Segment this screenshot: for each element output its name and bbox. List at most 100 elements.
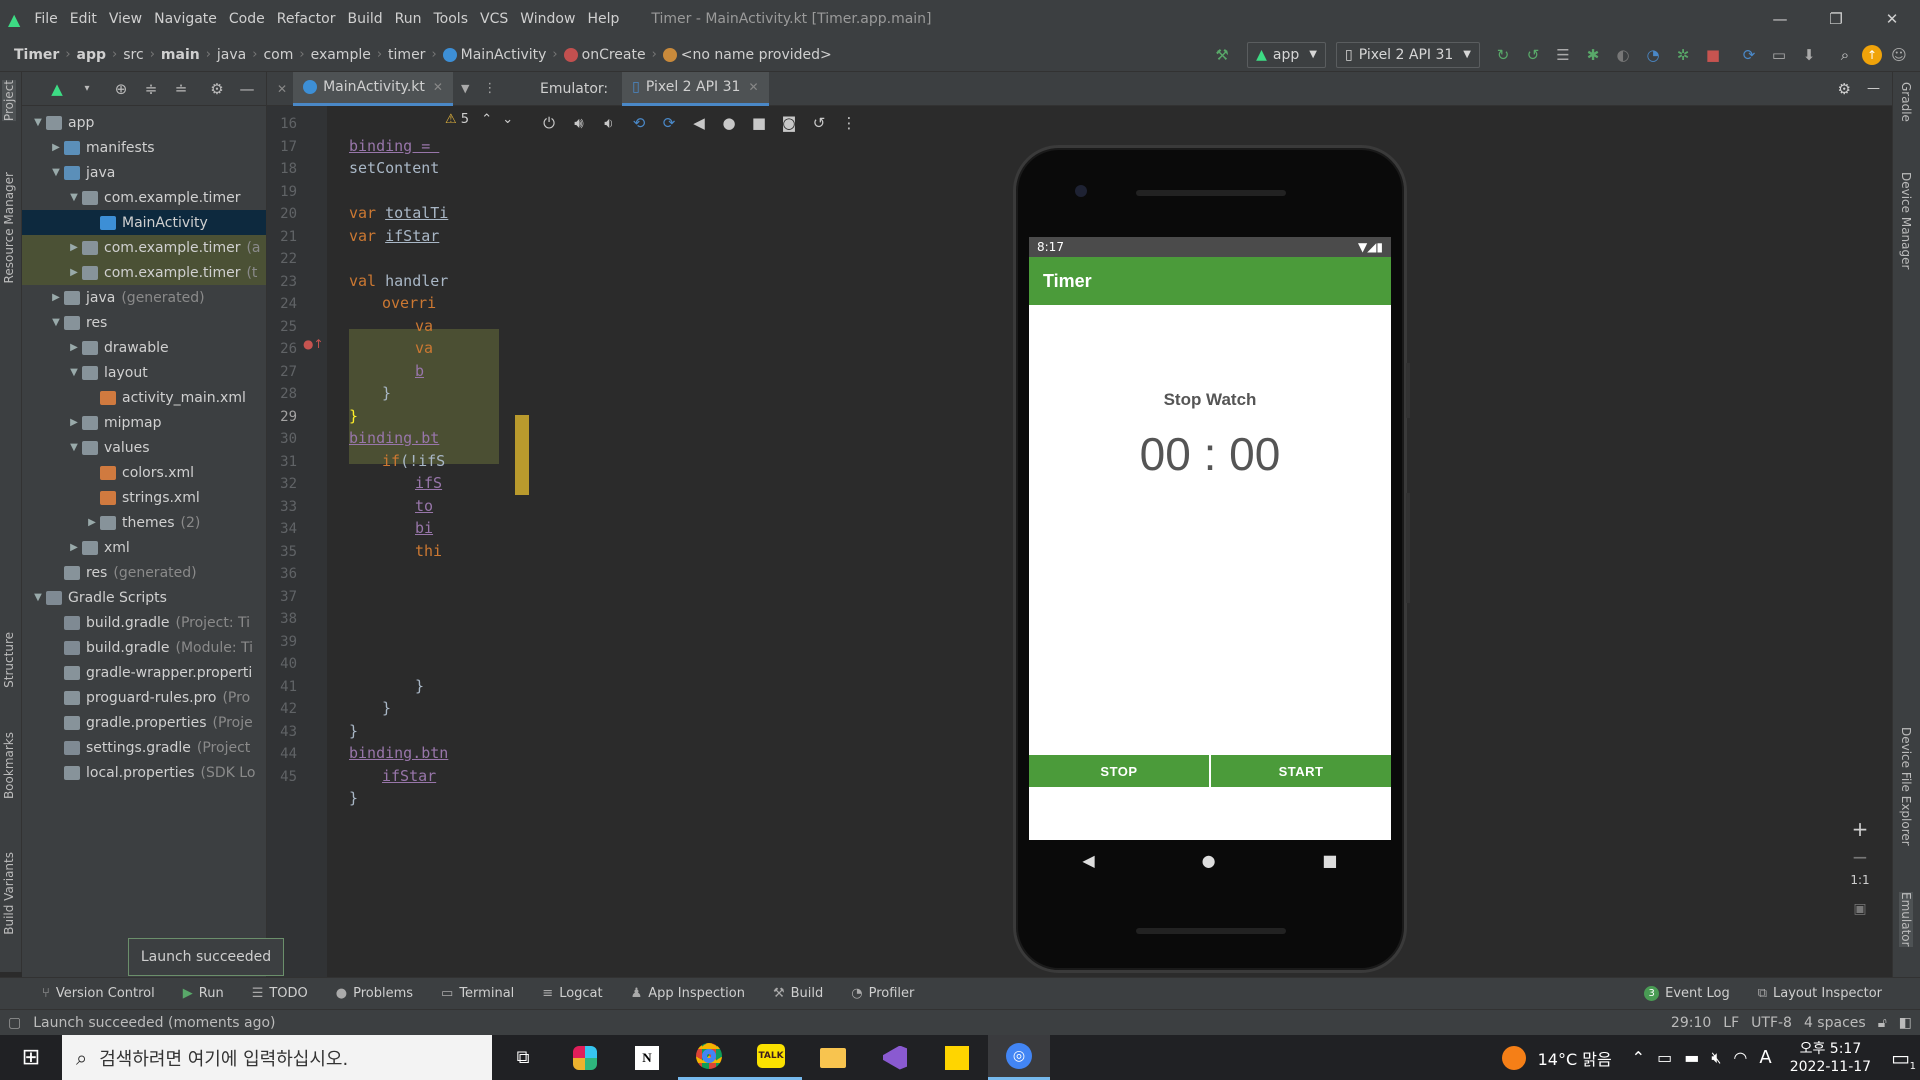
line-separator[interactable]: LF	[1723, 1015, 1739, 1031]
rotate-left-icon[interactable]: ⟲	[624, 114, 654, 132]
tool-problems-button[interactable]: ● Problems	[336, 986, 413, 1001]
tree-item[interactable]: ▼ res	[22, 310, 266, 335]
side-button[interactable]	[1406, 493, 1410, 603]
android-studio-taskbar-icon[interactable]: ◎	[988, 1035, 1050, 1080]
menu-tools[interactable]: Tools	[434, 11, 469, 27]
coverage-icon[interactable]: ◐	[1610, 42, 1636, 68]
close-icon[interactable]: ✕	[277, 82, 287, 96]
inspection-widget[interactable]: ⚠ 5 ⌃ ⌄	[445, 112, 513, 127]
windows-start-icon[interactable]: ⊞	[0, 1035, 62, 1080]
chevron-down-icon[interactable]: ▼	[66, 442, 82, 453]
chevron-down-icon[interactable]: ⌄	[502, 112, 513, 127]
close-icon[interactable]: ✕	[433, 80, 443, 94]
sticky-notes-icon[interactable]	[926, 1035, 988, 1080]
tree-item[interactable]: ▼ layout	[22, 360, 266, 385]
file-encoding[interactable]: UTF-8	[1751, 1015, 1792, 1031]
breadcrumb-item[interactable]: src	[123, 47, 143, 63]
tool-window-device-file-explorer[interactable]: Device File Explorer	[1899, 727, 1913, 846]
file-explorer-icon[interactable]	[802, 1035, 864, 1080]
tree-item[interactable]: gradle-wrapper.properti	[22, 660, 266, 685]
breadcrumb-item[interactable]: app	[77, 47, 107, 63]
close-icon[interactable]: ✕	[748, 80, 758, 94]
attach-debugger-icon[interactable]: ✲	[1670, 42, 1696, 68]
volume-muted-icon[interactable]: 🔇︎	[1711, 1048, 1721, 1068]
tree-item[interactable]: settings.gradle (Project	[22, 735, 266, 760]
tree-item[interactable]: ▶ java (generated)	[22, 285, 266, 310]
gear-icon[interactable]: ⚙	[204, 76, 230, 102]
device-manager-icon[interactable]: ▭	[1766, 42, 1792, 68]
slack-icon[interactable]	[554, 1035, 616, 1080]
tree-item[interactable]: ▶ xml	[22, 535, 266, 560]
nav-overview-icon[interactable]: ■	[1322, 851, 1337, 870]
tab-mainactivity[interactable]: MainActivity.kt ✕	[293, 71, 453, 106]
chevron-right-icon[interactable]: ▶	[48, 142, 64, 153]
stop-button[interactable]: STOP	[1029, 755, 1209, 787]
profile-icon[interactable]: ◔	[1640, 42, 1666, 68]
chevron-down-icon[interactable]: ▼	[66, 192, 82, 203]
breadcrumb-item[interactable]: Timer	[14, 47, 59, 63]
tree-item[interactable]: ▼ Gradle Scripts	[22, 585, 266, 610]
tool-app-inspection-button[interactable]: ♟ App Inspection	[631, 986, 745, 1001]
tool-version-control-button[interactable]: ⑂ Version Control	[42, 986, 155, 1001]
tool-run-button[interactable]: ▶ Run	[183, 986, 224, 1001]
chevron-up-icon[interactable]: ⌃	[1632, 1048, 1645, 1067]
indent-setting[interactable]: 4 spaces	[1804, 1015, 1866, 1031]
weather-sun-icon[interactable]	[1501, 1045, 1526, 1070]
hide-panel-icon[interactable]: —	[1867, 81, 1880, 96]
tool-window-project[interactable]: Project	[2, 80, 16, 122]
lock-icon[interactable]: 🔓︎	[1878, 1015, 1887, 1031]
clock[interactable]: 오후 5:17 2022-11-17	[1790, 1040, 1871, 1076]
collapse-all-icon[interactable]: ≐	[168, 76, 194, 102]
start-button[interactable]: START	[1211, 755, 1391, 787]
tree-item[interactable]: strings.xml	[22, 485, 266, 510]
zoom-out-icon[interactable]: −	[1846, 845, 1874, 873]
menu-navigate[interactable]: Navigate	[154, 11, 217, 27]
breadcrumb-item[interactable]: onCreate	[582, 47, 646, 63]
chevron-right-icon[interactable]: ▶	[48, 292, 64, 303]
breadcrumb-item[interactable]: <no name provided>	[681, 47, 832, 63]
event-log-button[interactable]: 3 Event Log	[1644, 986, 1730, 1001]
memory-indicator-icon[interactable]: ◧	[1899, 1015, 1912, 1031]
tool-window-structure[interactable]: Structure	[2, 632, 16, 688]
network-device-icon[interactable]: ▭	[1657, 1048, 1672, 1067]
breadcrumb-item[interactable]: MainActivity	[461, 47, 547, 63]
wifi-icon[interactable]: ◠	[1733, 1048, 1747, 1067]
zoom-fit-icon[interactable]: ▣	[1846, 901, 1874, 929]
hammer-build-icon[interactable]: ⚒	[1209, 42, 1235, 68]
kakaotalk-icon[interactable]: TALK	[740, 1035, 802, 1080]
tree-item[interactable]: ▼ values	[22, 435, 266, 460]
tree-item[interactable]: ▶ com.example.timer (t	[22, 260, 266, 285]
hide-panel-icon[interactable]: —	[234, 76, 260, 102]
caret-position[interactable]: 29:10	[1671, 1015, 1711, 1031]
layout-inspector-button[interactable]: ⧉ Layout Inspector	[1758, 986, 1882, 1001]
breadcrumb-item[interactable]: example	[311, 47, 371, 63]
menu-code[interactable]: Code	[229, 11, 265, 27]
tree-item[interactable]: ▶ drawable	[22, 335, 266, 360]
select-opened-file-icon[interactable]: ⊕	[108, 76, 134, 102]
override-marker-icon[interactable]: ●↑	[303, 337, 324, 351]
stop-icon[interactable]: ■	[1700, 42, 1726, 68]
device-dropdown[interactable]: ▯ Pixel 2 API 31 ▼	[1335, 41, 1480, 68]
tool-todo-button[interactable]: ☰ TODO	[252, 986, 308, 1001]
status-panel-icon[interactable]: ▢	[8, 1015, 21, 1031]
tree-item[interactable]: ▶ com.example.timer (a	[22, 235, 266, 260]
battery-icon[interactable]: ▬	[1684, 1048, 1699, 1067]
minimize-button[interactable]: —	[1752, 10, 1808, 28]
chevron-down-icon[interactable]: ▼	[30, 117, 46, 128]
nav-home-icon[interactable]: ●	[1202, 851, 1216, 870]
expand-all-icon[interactable]: ≑	[138, 76, 164, 102]
menu-vcs[interactable]: VCS	[480, 11, 508, 27]
sync-gradle-icon[interactable]: ⟳	[1736, 42, 1762, 68]
gear-icon[interactable]: ⚙	[1838, 80, 1851, 98]
breadcrumb-item[interactable]: timer	[388, 47, 425, 63]
overview-icon[interactable]: ■	[744, 114, 774, 132]
chevron-right-icon[interactable]: ▶	[84, 517, 100, 528]
tool-window-emulator[interactable]: Emulator	[1899, 892, 1913, 947]
chrome-icon[interactable]	[678, 1035, 740, 1080]
chevron-right-icon[interactable]: ▶	[66, 417, 82, 428]
more-options-icon[interactable]: ⋮	[834, 114, 864, 132]
nav-back-icon[interactable]: ◀	[1082, 851, 1094, 870]
update-icon[interactable]: ↑	[1862, 44, 1882, 65]
tree-item[interactable]: ▶ mipmap	[22, 410, 266, 435]
tree-item[interactable]: ▼ java	[22, 160, 266, 185]
